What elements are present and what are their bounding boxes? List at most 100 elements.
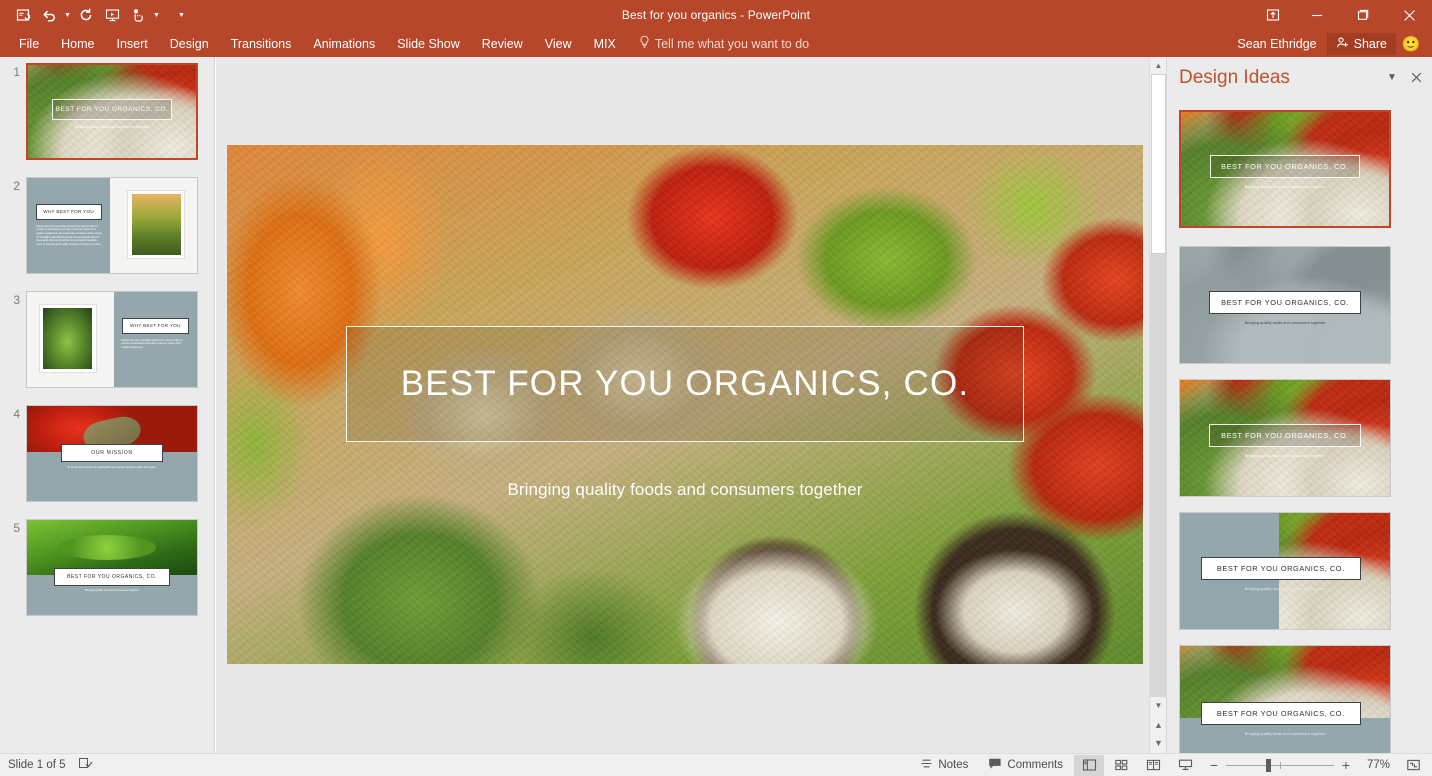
design-idea-subtitle: Bringing quality foods and consumers tog… [1244,321,1326,326]
ribbon-tab-bar: File Home Insert Design Transitions Anim… [0,30,1432,57]
current-slide[interactable]: BEST FOR YOU ORGANICS, CO. Bringing qual… [227,145,1143,664]
comments-icon [988,757,1002,773]
design-idea-title-box: BEST FOR YOU ORGANICS, CO. [1209,424,1361,448]
fit-slide-to-window-icon[interactable] [1398,755,1428,776]
slide-thumbnail-pane[interactable]: 1 BEST FOR YOU ORGANICS, CO. Bringing qu… [0,57,215,753]
lightbulb-icon [639,35,650,52]
powerpoint-window: ▼ ▼ ▼ Best for you organics - PowerPoint… [0,0,1432,776]
account-area: Sean Ethridge Share 🙂 [1237,30,1426,57]
tab-insert[interactable]: Insert [106,30,159,57]
thumbnail-number: 1 [13,65,20,79]
customize-quick-access-toolbar-icon[interactable]: ▼ [176,2,187,28]
save-sync-icon[interactable] [10,2,36,28]
comments-label: Comments [1007,759,1063,771]
editor-vertical-scrollbar[interactable]: ▲ ▼ ▲ ▼ [1149,57,1167,753]
thumbnail-slide-2[interactable]: 2 WHY BEST FOR YOU Buying fruits and veg… [0,177,214,274]
design-idea-subtitle: Bringing quality foods and consumers tog… [1244,454,1326,459]
slide-title: BEST FOR YOU ORGANICS, CO. [400,363,970,403]
tab-file[interactable]: File [8,30,50,57]
notes-label: Notes [938,759,969,771]
design-idea-title-box: BEST FOR YOU ORGANICS, CO. [1201,557,1361,581]
design-idea-card-4[interactable]: BEST FOR YOU ORGANICS, CO. Bringing qual… [1179,512,1391,630]
design-idea-card-1[interactable]: BEST FOR YOU ORGANICS, CO. Bringing qual… [1179,110,1391,228]
reading-view-button[interactable] [1138,755,1168,776]
tab-view[interactable]: View [534,30,583,57]
maximize-icon[interactable] [1340,0,1386,30]
thumb-title: WHY BEST FOR YOU [129,323,181,329]
design-idea-title: BEST FOR YOU ORGANICS, CO. [1221,298,1349,308]
thumb-body: Buying fruits and vegetables directly fr… [121,338,183,349]
tab-slide-show[interactable]: Slide Show [386,30,471,57]
design-ideas-pane: Design Ideas ▼ BEST FOR YOU ORGANICS, CO… [1166,57,1432,753]
start-from-beginning-icon[interactable] [99,2,125,28]
touch-mouse-mode-icon[interactable] [125,2,151,28]
tab-mix[interactable]: MIX [583,30,627,57]
thumbnail-preview[interactable]: WHY BEST FOR YOU Buying fruits and veget… [26,291,198,388]
scroll-up-arrow-icon[interactable]: ▲ [1150,57,1167,74]
thumbnail-slide-4[interactable]: 4 OUR MISSION To be the best source of s… [0,405,214,502]
zoom-slider[interactable] [1226,758,1334,772]
slide-editor-area: BEST FOR YOU ORGANICS, CO. Bringing qual… [216,57,1167,753]
ribbon-display-options-icon[interactable] [1252,0,1294,30]
design-idea-card-5[interactable]: BEST FOR YOU ORGANICS, CO. Bringing qual… [1179,645,1391,753]
chevron-down-icon[interactable]: ▼ [1384,69,1400,85]
thumbnail-slide-5[interactable]: 5 BEST FOR YOU ORGANICS, CO. Bringing qu… [0,519,214,616]
tell-me-search[interactable]: Tell me what you want to do [627,30,819,57]
accessibility-checker-icon[interactable] [78,756,93,775]
thumb-subtitle: Bringing quality foods and consumers tog… [74,124,150,129]
scroll-down-arrow-icon[interactable]: ▼ [1150,697,1167,714]
thumb-body: Buying fruits and vegetables directly fr… [36,224,103,247]
design-idea-card-3[interactable]: BEST FOR YOU ORGANICS, CO. Bringing qual… [1179,379,1391,497]
design-idea-subtitle: Bringing quality foods and consumers tog… [1244,184,1326,189]
zoom-out-button[interactable]: − [1208,757,1220,773]
status-bar-left: Slide 1 of 5 [0,756,93,775]
tab-animations[interactable]: Animations [302,30,386,57]
notes-button[interactable]: Notes [911,755,977,776]
user-name[interactable]: Sean Ethridge [1237,37,1326,51]
thumb-title: WHY BEST FOR YOU [43,209,95,215]
comments-button[interactable]: Comments [979,755,1072,776]
minimize-icon[interactable] [1294,0,1340,30]
slide-subtitle[interactable]: Bringing quality foods and consumers tog… [227,480,1143,500]
zoom-slider-handle[interactable] [1266,758,1271,772]
tab-design[interactable]: Design [159,30,220,57]
thumbnail-preview[interactable]: BEST FOR YOU ORGANICS, CO. Bringing qual… [26,63,198,160]
quick-access-toolbar: ▼ ▼ ▼ [10,0,187,30]
thumbnail-preview[interactable]: WHY BEST FOR YOU Buying fruits and veget… [26,177,198,274]
normal-view-button[interactable] [1074,754,1104,776]
thumbnail-slide-3[interactable]: 3 WHY BEST FOR YOU Buying fruits and veg… [0,291,214,388]
zoom-control[interactable]: − + 77% [1202,757,1396,773]
slide-title-placeholder[interactable]: BEST FOR YOU ORGANICS, CO. [346,325,1024,443]
status-bar-right: Notes Comments − + 77% [911,754,1428,776]
design-idea-title-box: BEST FOR YOU ORGANICS, CO. [1209,291,1361,315]
slide-sorter-view-button[interactable] [1106,755,1136,776]
design-idea-title: BEST FOR YOU ORGANICS, CO. [1216,564,1345,574]
touch-mode-dropdown-caret[interactable]: ▼ [151,2,162,28]
thumbnail-preview[interactable]: BEST FOR YOU ORGANICS, CO. Bringing qual… [26,519,198,616]
next-slide-button[interactable]: ▼ [1150,734,1167,751]
zoom-level[interactable]: 77% [1358,759,1390,771]
slide-counter[interactable]: Slide 1 of 5 [8,759,66,771]
previous-slide-button[interactable]: ▲ [1150,716,1167,733]
thumbnail-number: 3 [13,293,20,307]
redo-icon[interactable] [73,2,99,28]
scrollbar-track[interactable] [1150,254,1167,697]
slide-show-button[interactable] [1170,755,1200,776]
thumbnail-preview[interactable]: OUR MISSION To be the best source of sus… [26,405,198,502]
thumb-title-box: BEST FOR YOU ORGANICS, CO. [51,99,173,120]
close-icon[interactable] [1386,0,1432,30]
design-idea-card-2[interactable]: BEST FOR YOU ORGANICS, CO. Bringing qual… [1179,246,1391,364]
design-ideas-heading: Design Ideas [1179,67,1290,88]
scrollbar-thumb[interactable] [1151,74,1166,254]
title-bar: ▼ ▼ ▼ Best for you organics - PowerPoint [0,0,1432,30]
thumbnail-slide-1[interactable]: 1 BEST FOR YOU ORGANICS, CO. Bringing qu… [0,63,214,160]
zoom-in-button[interactable]: + [1340,757,1352,773]
share-button[interactable]: Share [1326,32,1396,55]
feedback-smiley-icon[interactable]: 🙂 [1396,30,1426,57]
tab-review[interactable]: Review [471,30,534,57]
undo-icon[interactable] [36,2,62,28]
tab-transitions[interactable]: Transitions [220,30,303,57]
tab-home[interactable]: Home [50,30,105,57]
undo-dropdown-caret[interactable]: ▼ [62,2,73,28]
close-icon[interactable] [1408,69,1424,85]
